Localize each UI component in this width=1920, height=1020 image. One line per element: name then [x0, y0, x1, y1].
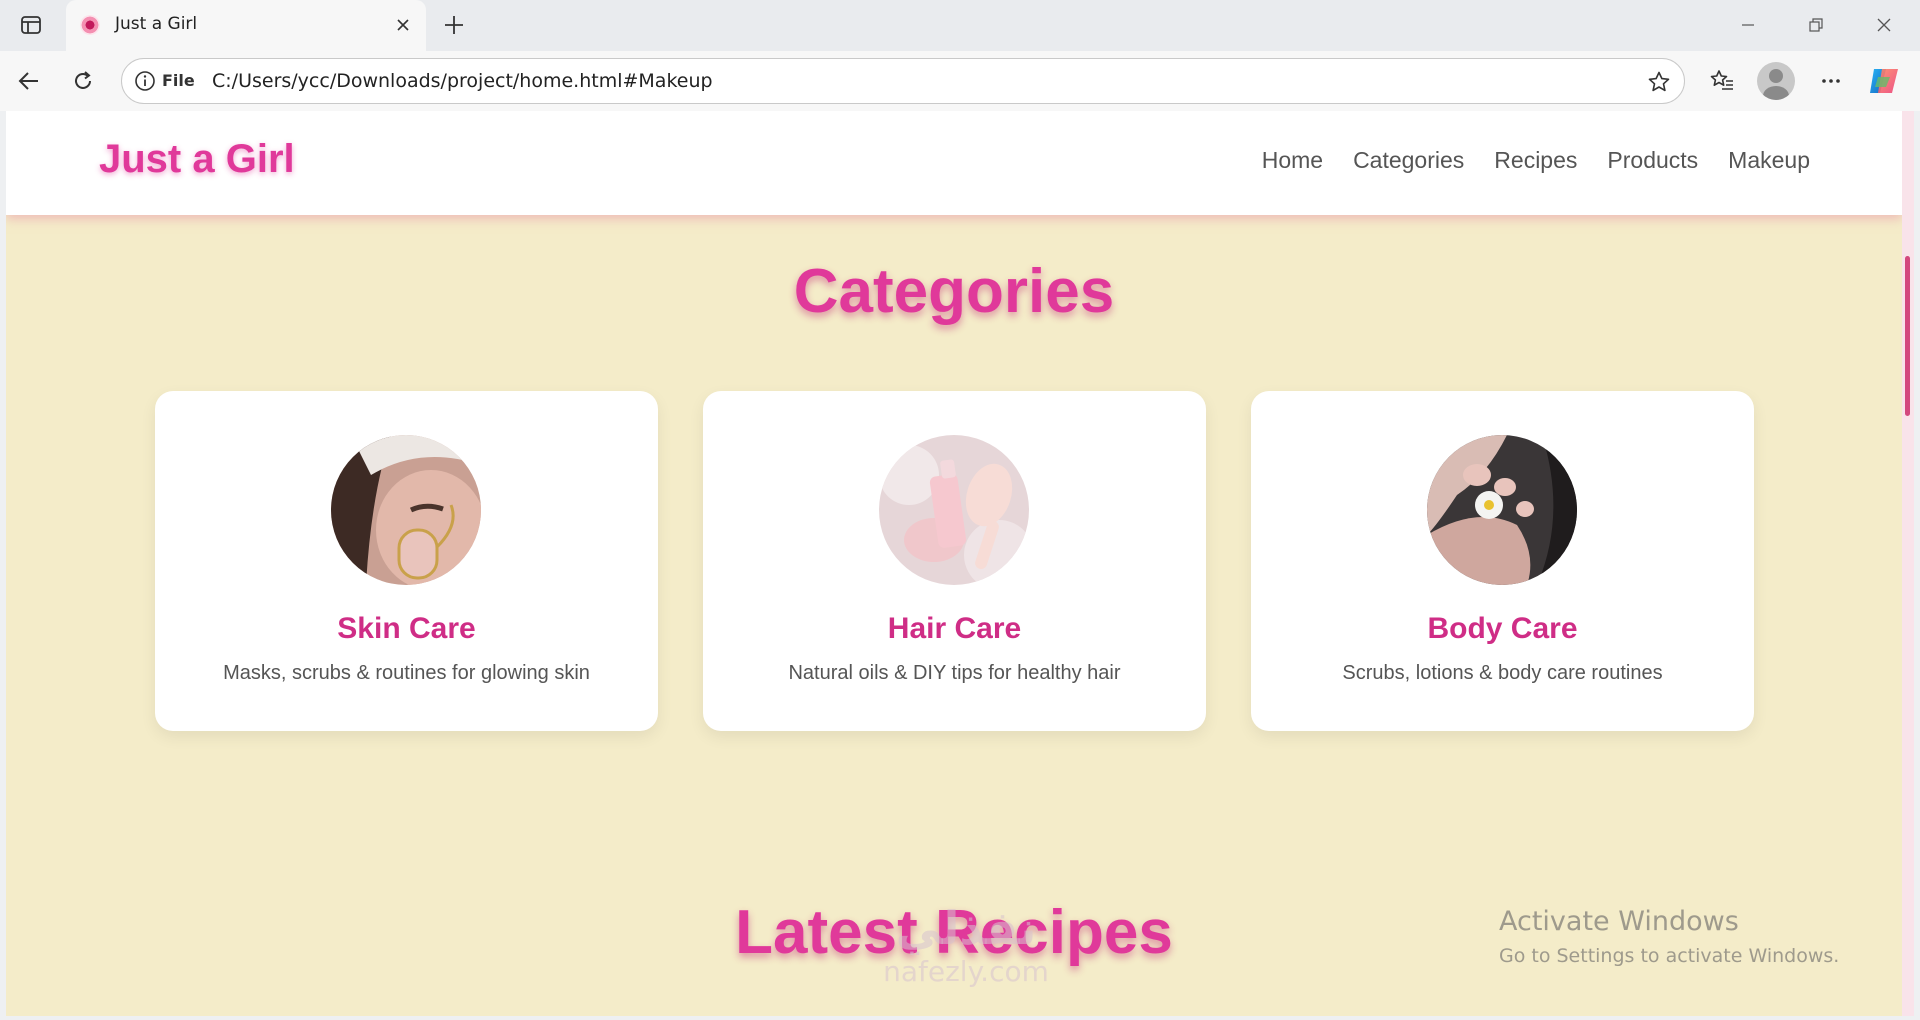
new-tab-icon[interactable] — [438, 9, 470, 41]
watermark-domain: nafezly.com — [883, 955, 1049, 988]
back-icon[interactable] — [10, 62, 48, 100]
favicon-icon — [80, 15, 100, 35]
category-cards: Skin Care Masks, scrubs & routines for g… — [155, 391, 1754, 731]
page-viewport: Just a Girl Home Categories Recipes Prod… — [6, 111, 1902, 1016]
close-window-icon[interactable] — [1862, 8, 1906, 42]
favorites-icon[interactable] — [1703, 62, 1741, 100]
sidebar-toggle-icon[interactable] — [16, 10, 46, 40]
main-nav: Home Categories Recipes Products Makeup — [1262, 147, 1810, 174]
more-menu-icon[interactable] — [1812, 62, 1850, 100]
card-description: Scrubs, lotions & body care routines — [1342, 662, 1663, 684]
info-icon[interactable] — [134, 70, 156, 92]
page-scrollbar[interactable] — [1902, 111, 1914, 1016]
hair-care-image — [879, 435, 1029, 585]
copilot-icon[interactable] — [1866, 63, 1902, 99]
site-logo[interactable]: Just a Girl — [99, 137, 295, 182]
card-title: Skin Care — [337, 612, 476, 645]
card-title: Hair Care — [887, 612, 1022, 645]
browser-tab-strip: Just a Girl — [0, 0, 1920, 51]
card-description: Masks, scrubs & routines for glowing ski… — [223, 662, 590, 684]
close-tab-icon[interactable] — [390, 12, 416, 38]
body-care-image — [1427, 435, 1577, 585]
restore-icon[interactable] — [1794, 8, 1838, 42]
nav-home[interactable]: Home — [1262, 147, 1323, 174]
activate-windows-subtitle: Go to Settings to activate Windows. — [1499, 945, 1840, 967]
activate-windows-notice: Activate Windows Go to Settings to activ… — [1499, 906, 1839, 967]
activate-windows-title: Activate Windows — [1499, 906, 1739, 937]
browser-tab[interactable]: Just a Girl — [66, 0, 426, 51]
nav-recipes[interactable]: Recipes — [1494, 147, 1577, 174]
profile-avatar[interactable] — [1757, 62, 1795, 100]
nav-categories[interactable]: Categories — [1353, 147, 1464, 174]
categories-heading: Categories — [793, 257, 1115, 326]
minimize-icon[interactable] — [1726, 8, 1770, 42]
card-description: Natural oils & DIY tips for healthy hair — [788, 662, 1121, 684]
browser-toolbar: File C:/Users/ycc/Downloads/project/home… — [0, 51, 1920, 111]
refresh-icon[interactable] — [64, 62, 102, 100]
watermark: نفذلي nafezly.com — [861, 901, 1071, 988]
favorite-star-icon[interactable] — [1644, 67, 1674, 97]
nav-products[interactable]: Products — [1607, 147, 1698, 174]
category-card-hair-care[interactable]: Hair Care Natural oils & DIY tips for he… — [703, 391, 1206, 731]
tab-title: Just a Girl — [115, 14, 198, 34]
scrollbar-thumb[interactable] — [1905, 256, 1910, 416]
site-navbar: Just a Girl Home Categories Recipes Prod… — [6, 111, 1902, 215]
address-bar[interactable]: File C:/Users/ycc/Downloads/project/home… — [121, 58, 1685, 104]
url-text[interactable]: C:/Users/ycc/Downloads/project/home.html… — [212, 70, 713, 92]
nav-makeup[interactable]: Makeup — [1728, 147, 1810, 174]
file-scheme-label: File — [162, 71, 195, 90]
skin-care-image — [331, 435, 481, 585]
card-title: Body Care — [1427, 612, 1578, 645]
category-card-body-care[interactable]: Body Care Scrubs, lotions & body care ro… — [1251, 391, 1754, 731]
watermark-arabic: نفذلي — [895, 901, 1037, 955]
category-card-skin-care[interactable]: Skin Care Masks, scrubs & routines for g… — [155, 391, 658, 731]
